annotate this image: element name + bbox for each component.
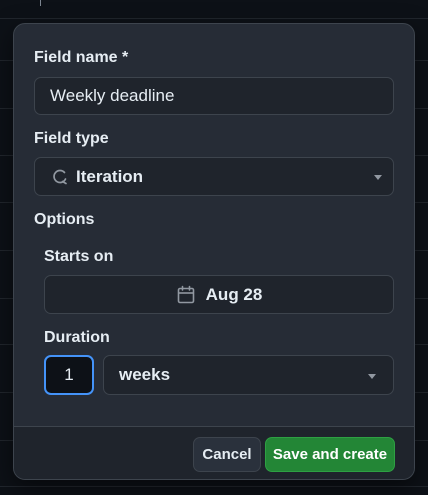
duration-unit-select[interactable]: weeks: [103, 355, 394, 395]
background-row-divider: [0, 18, 428, 19]
cancel-button[interactable]: Cancel: [193, 437, 261, 472]
duration-unit-value: weeks: [119, 365, 171, 384]
field-name-label: Field name *: [34, 49, 129, 66]
save-and-create-button-label: Save and create: [272, 446, 388, 463]
background-column-divider: [40, 0, 41, 6]
duration-number-input[interactable]: 1: [44, 355, 94, 395]
duration-label: Duration: [44, 329, 110, 346]
chevron-down-icon: [374, 175, 382, 180]
field-type-select[interactable]: Iteration: [34, 157, 394, 196]
starts-on-label: Starts on: [44, 248, 114, 265]
save-and-create-button[interactable]: Save and create: [265, 437, 395, 472]
cancel-button-label: Cancel: [202, 446, 252, 463]
field-name-input[interactable]: Weekly deadline: [34, 77, 394, 115]
starts-on-value: Aug 28: [205, 284, 263, 304]
new-field-panel: Field name * Weekly deadline Field type …: [13, 23, 415, 480]
starts-on-date-button[interactable]: Aug 28: [44, 275, 394, 314]
field-type-value: Iteration: [76, 166, 144, 186]
calendar-icon: [176, 285, 196, 305]
panel-footer: Cancel Save and create: [14, 426, 414, 479]
iteration-icon: [50, 167, 70, 187]
options-label: Options: [34, 211, 95, 228]
background-row-divider: [0, 486, 428, 487]
duration-value: 1: [64, 365, 74, 384]
field-name-value: Weekly deadline: [50, 86, 175, 105]
field-type-label: Field type: [34, 130, 109, 147]
chevron-down-icon: [368, 374, 376, 379]
